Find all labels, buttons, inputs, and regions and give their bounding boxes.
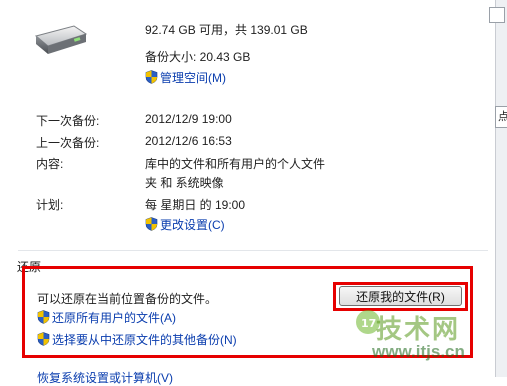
free-space-text: 92.74 GB 可用，共 139.01 GB: [145, 23, 308, 37]
plan-label: 计划:: [36, 198, 64, 212]
restore-all-users-label: 还原所有用户的文件(A): [52, 311, 176, 325]
shield-icon: [145, 70, 158, 84]
content-label: 内容:: [36, 157, 64, 171]
watermark-text: 技术网: [376, 314, 461, 344]
side-tooltip: 点: [495, 106, 507, 128]
last-backup-value: 2012/12/6 16:53: [145, 134, 232, 148]
watermark-badge: 17: [361, 317, 376, 330]
shield-icon: [145, 217, 158, 231]
restore-all-users-link[interactable]: 还原所有用户的文件(A): [37, 309, 176, 326]
checkbox-edge[interactable]: [489, 7, 505, 23]
restore-description: 可以还原在当前位置备份的文件。: [37, 292, 218, 306]
content-value-line2: 夹 和 系统映像: [145, 176, 224, 190]
last-backup-label: 上一次备份:: [36, 136, 100, 150]
change-settings-link[interactable]: 更改设置(C): [145, 216, 225, 233]
backup-size-text: 备份大小: 20.43 GB: [145, 50, 251, 64]
shield-icon: [37, 332, 50, 346]
manage-space-label: 管理空间(M): [160, 71, 226, 85]
right-panel-edge: [495, 0, 507, 377]
hard-drive-icon: [34, 25, 88, 54]
next-backup-label: 下一次备份:: [36, 114, 100, 128]
next-backup-value: 2012/12/9 19:00: [145, 112, 232, 126]
change-settings-label: 更改设置(C): [160, 218, 225, 232]
content-value-line1: 库中的文件和所有用户的个人文件: [145, 157, 326, 171]
section-divider: [18, 250, 488, 251]
watermark-url: www.itjs.cn: [372, 342, 465, 361]
choose-other-backup-link[interactable]: 选择要从中还原文件的其他备份(N): [37, 331, 237, 348]
shield-icon: [37, 310, 50, 324]
plan-value: 每 星期日 的 19:00: [145, 198, 246, 212]
manage-space-link[interactable]: 管理空间(M): [145, 69, 226, 86]
choose-other-backup-label: 选择要从中还原文件的其他备份(N): [52, 333, 237, 347]
recover-system-link[interactable]: 恢复系统设置或计算机(V): [37, 369, 173, 386]
